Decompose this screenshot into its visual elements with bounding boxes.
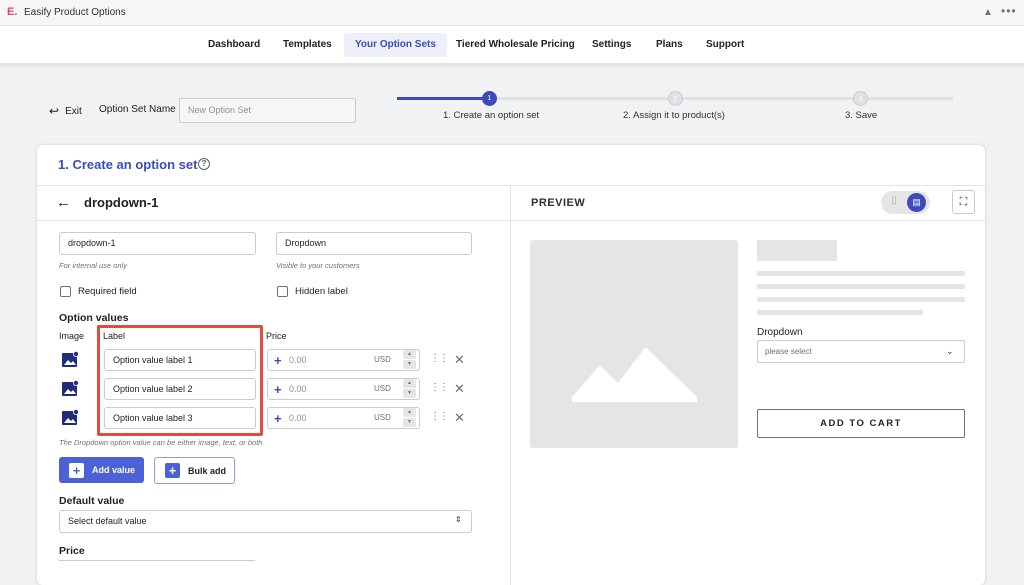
- currency-label: USD: [374, 413, 391, 422]
- price-stepper[interactable]: ▲ ▼: [403, 379, 416, 399]
- app-logo: E.: [7, 6, 18, 18]
- price-value: 0.00: [289, 384, 307, 394]
- hidden-label-checkbox[interactable]: [277, 286, 288, 297]
- desktop-device-icon[interactable]: ▤: [907, 193, 926, 212]
- col-price-header: Price: [266, 331, 287, 341]
- default-value-title: Default value: [59, 495, 125, 507]
- preview-dropdown-label: Dropdown: [757, 327, 803, 338]
- price-stepper[interactable]: ▲ ▼: [403, 408, 416, 428]
- option-set-name-label: Option Set Name: [99, 104, 176, 115]
- pin-icon[interactable]: ▲: [983, 7, 993, 18]
- price-section-title: Price: [59, 545, 85, 557]
- preview-title-skeleton: [757, 240, 837, 261]
- image-upload-icon[interactable]: [62, 409, 79, 426]
- preview-heading: PREVIEW: [531, 197, 586, 209]
- internal-name-hint: For internal use only: [59, 261, 127, 270]
- main-nav: Dashboard Templates Your Option Sets Tie…: [0, 26, 1024, 64]
- exit-icon: ↩: [49, 104, 60, 118]
- app-titlebar: [0, 0, 1024, 26]
- fullscreen-icon: ⛶: [959, 196, 968, 208]
- default-value-select[interactable]: Select default value: [59, 510, 472, 533]
- add-value-button[interactable]: + Add value: [59, 457, 144, 483]
- stepper-progress: [397, 97, 490, 100]
- remove-value-icon[interactable]: ✕: [454, 382, 465, 395]
- stepper-up-icon[interactable]: ▲: [403, 350, 416, 359]
- option-set-name-input[interactable]: New Option Set: [179, 98, 356, 123]
- more-options-icon[interactable]: •••: [1001, 4, 1017, 18]
- plus-icon: +: [165, 463, 180, 478]
- preview-text-skeleton: [757, 284, 965, 289]
- price-value: 0.00: [289, 413, 307, 423]
- divider: [37, 185, 985, 186]
- internal-name-input[interactable]: dropdown-1: [59, 232, 256, 255]
- plus-icon[interactable]: +: [274, 354, 282, 367]
- preview-text-skeleton: [757, 297, 965, 302]
- nav-settings[interactable]: Settings: [581, 33, 642, 57]
- select-arrows-icon: ⇕: [455, 515, 462, 524]
- stepper-up-icon[interactable]: ▲: [403, 379, 416, 388]
- step-2-dot: 2: [668, 91, 683, 106]
- nav-dashboard[interactable]: Dashboard: [197, 33, 271, 57]
- preview-text-skeleton: [757, 310, 923, 315]
- mobile-device-icon[interactable]: ▯: [887, 195, 901, 210]
- nav-plans[interactable]: Plans: [645, 33, 694, 57]
- option-values-hint: The Dropdown option value can be either …: [59, 438, 263, 447]
- step-2-label: 2. Assign it to product(s): [623, 110, 725, 121]
- step-3-label: 3. Save: [845, 110, 878, 121]
- app-title: Easify Product Options: [24, 7, 126, 18]
- preview-dropdown-select[interactable]: please select: [757, 340, 965, 363]
- image-upload-icon[interactable]: [62, 380, 79, 397]
- plus-icon[interactable]: +: [274, 383, 282, 396]
- step-3-dot: 3: [853, 91, 868, 106]
- help-icon[interactable]: ?: [198, 158, 210, 170]
- currency-label: USD: [374, 384, 391, 393]
- card-title: 1. Create an option set: [58, 157, 198, 172]
- preview-product-image: [530, 240, 738, 448]
- stepper-down-icon[interactable]: ▼: [403, 389, 416, 398]
- nav-templates[interactable]: Templates: [272, 33, 343, 57]
- price-input-partial[interactable]: [59, 560, 255, 561]
- drag-handle-icon[interactable]: ⋮⋮: [430, 354, 449, 364]
- step-1-dot: 1: [482, 91, 497, 106]
- bulk-add-label: Bulk add: [188, 465, 227, 476]
- divider: [37, 220, 985, 221]
- stepper-down-icon[interactable]: ▼: [403, 418, 416, 427]
- highlight-annotation-box: [97, 325, 263, 436]
- fullscreen-button[interactable]: ⛶: [952, 190, 975, 214]
- bulk-add-button[interactable]: + Bulk add: [154, 457, 235, 484]
- price-value: 0.00: [289, 355, 307, 365]
- back-arrow-icon[interactable]: ←: [56, 194, 71, 211]
- drag-handle-icon[interactable]: ⋮⋮: [430, 412, 449, 422]
- stepper-down-icon[interactable]: ▼: [403, 360, 416, 369]
- remove-value-icon[interactable]: ✕: [454, 353, 465, 366]
- col-image-header: Image: [59, 331, 85, 341]
- preview-text-skeleton: [757, 271, 965, 276]
- exit-label: Exit: [65, 105, 82, 117]
- add-to-cart-button[interactable]: ADD TO CART: [757, 409, 965, 438]
- image-placeholder-icon: [572, 348, 697, 402]
- nav-support[interactable]: Support: [695, 33, 755, 57]
- display-name-hint: Visible to your customers: [276, 261, 360, 270]
- option-values-title: Option values: [59, 312, 129, 324]
- option-name-heading: dropdown-1: [84, 195, 159, 210]
- display-name-input[interactable]: Dropdown: [276, 232, 472, 255]
- stepper-up-icon[interactable]: ▲: [403, 408, 416, 417]
- add-value-label: Add value: [92, 465, 136, 475]
- panel-divider: [510, 185, 511, 585]
- required-label: Required field: [78, 286, 137, 297]
- remove-value-icon[interactable]: ✕: [454, 411, 465, 424]
- plus-icon[interactable]: +: [274, 412, 282, 425]
- exit-button[interactable]: ↩ Exit: [49, 104, 82, 118]
- hidden-label-text: Hidden label: [295, 286, 348, 297]
- currency-label: USD: [374, 355, 391, 364]
- image-upload-icon[interactable]: [62, 351, 79, 368]
- price-stepper[interactable]: ▲ ▼: [403, 350, 416, 370]
- drag-handle-icon[interactable]: ⋮⋮: [430, 383, 449, 393]
- plus-icon: +: [69, 462, 84, 478]
- step-1-label: 1. Create an option set: [443, 110, 540, 121]
- chevron-down-icon: ⌄: [946, 346, 954, 356]
- nav-tiered-wholesale-pricing[interactable]: Tiered Wholesale Pricing: [445, 33, 586, 57]
- nav-your-option-sets[interactable]: Your Option Sets: [344, 33, 447, 57]
- required-checkbox[interactable]: [60, 286, 71, 297]
